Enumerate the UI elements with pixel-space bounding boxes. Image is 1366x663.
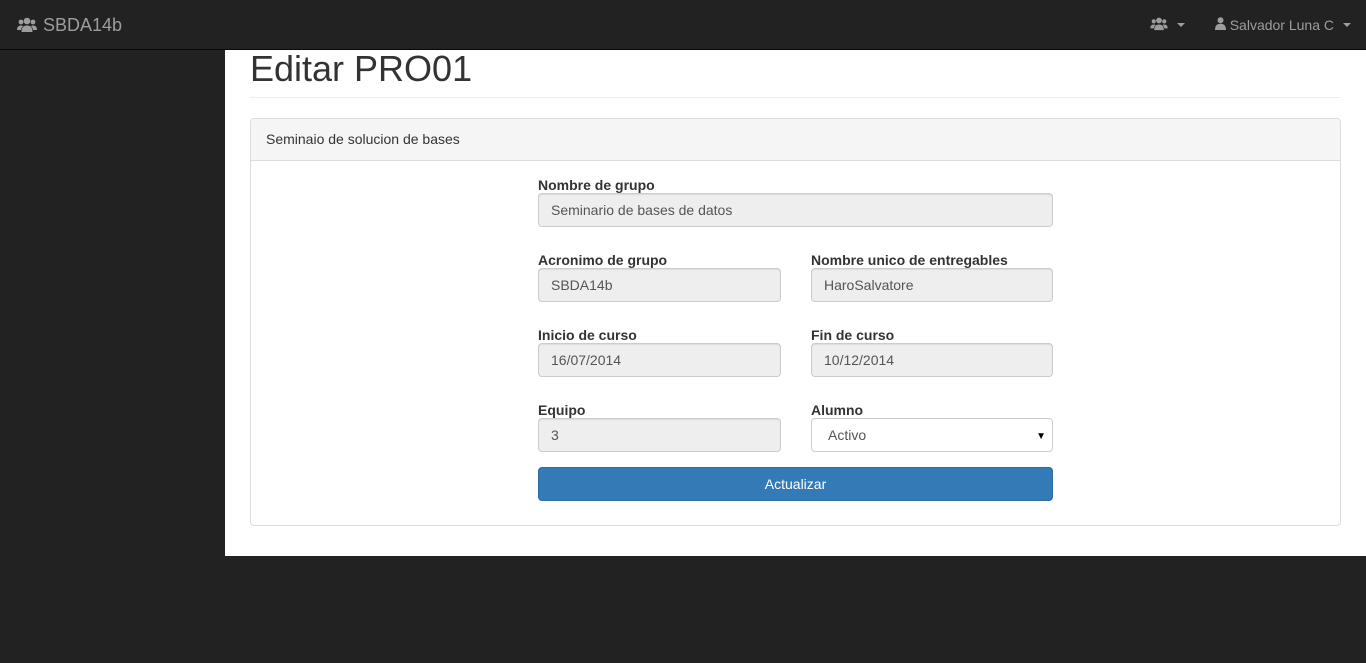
alumno-select[interactable]: Activo ▼ <box>811 418 1053 452</box>
user-name: Salvador Luna C <box>1229 17 1334 33</box>
nombre-entregables-field[interactable]: HaroSalvatore <box>811 268 1053 302</box>
users-icon <box>17 17 37 33</box>
page-title: Editar PRO01 <box>250 48 473 89</box>
equipo-field[interactable]: 3 <box>538 418 781 452</box>
caret-down-icon <box>1176 23 1185 27</box>
brand-name: SBDA14b <box>43 14 123 35</box>
equipo-label: Equipo <box>538 402 586 418</box>
inicio-curso-field[interactable]: 16/07/2014 <box>538 343 781 377</box>
user-menu-dropdown[interactable]: Salvador Luna C <box>1200 0 1366 50</box>
acronimo-label: Acronimo de grupo <box>538 252 668 268</box>
alumno-selected-value: Activo <box>828 427 867 443</box>
edit-group-panel: Seminaio de solucion de bases Nombre de … <box>250 118 1341 526</box>
dropdown-arrow-icon: ▼ <box>1036 431 1046 442</box>
page-header: Editar PRO01 <box>250 50 1341 98</box>
top-navbar: SBDA14b Salvador Luna C <box>0 0 1366 50</box>
main-content: Editar PRO01 Seminaio de solucion de bas… <box>225 50 1366 556</box>
actualizar-button[interactable]: Actualizar <box>538 467 1053 501</box>
panel-heading: Seminaio de solucion de bases <box>251 119 1340 161</box>
nombre-entregables-label: Nombre unico de entregables <box>811 252 1008 268</box>
groups-menu-dropdown[interactable] <box>1135 0 1200 50</box>
inicio-curso-label: Inicio de curso <box>538 327 637 343</box>
caret-down-icon <box>1343 23 1351 27</box>
navbar-right: Salvador Luna C <box>1135 0 1366 50</box>
acronimo-field[interactable]: SBDA14b <box>538 268 781 302</box>
brand-link[interactable]: SBDA14b <box>17 13 122 37</box>
user-icon <box>1214 17 1226 33</box>
users-icon <box>1149 17 1168 34</box>
fin-curso-field[interactable]: 10/12/2014 <box>811 343 1053 377</box>
fin-curso-label: Fin de curso <box>811 327 895 343</box>
alumno-label: Alumno <box>811 402 864 418</box>
nombre-grupo-field[interactable]: Seminario de bases de datos <box>538 193 1053 227</box>
nombre-grupo-label: Nombre de grupo <box>538 177 655 193</box>
